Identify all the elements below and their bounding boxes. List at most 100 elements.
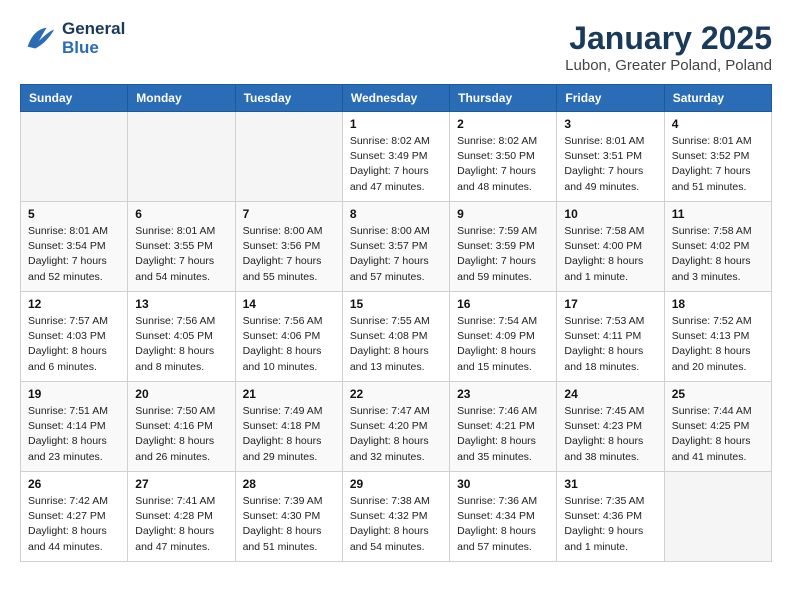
header-day-tuesday: Tuesday (235, 85, 342, 112)
logo-blue-text: Blue (62, 39, 125, 58)
calendar-cell: 10 Sunrise: 7:58 AMSunset: 4:00 PMDayligh… (557, 202, 664, 292)
day-info: Sunrise: 7:54 AMSunset: 4:09 PMDaylight:… (457, 314, 549, 375)
day-number: 27 (135, 477, 227, 491)
day-info: Sunrise: 7:56 AMSunset: 4:06 PMDaylight:… (243, 314, 335, 375)
calendar-cell: 5Sunrise: 8:01 AMSunset: 3:54 PMDaylight… (21, 202, 128, 292)
day-number: 25 (672, 387, 764, 401)
calendar-table: SundayMondayTuesdayWednesdayThursdayFrid… (20, 84, 772, 562)
calendar-cell (21, 112, 128, 202)
logo-text: General Blue (62, 20, 125, 57)
header-day-friday: Friday (557, 85, 664, 112)
day-info: Sunrise: 7:41 AMSunset: 4:28 PMDaylight:… (135, 494, 227, 555)
calendar-cell (664, 472, 771, 562)
calendar-cell: 30Sunrise: 7:36 AMSunset: 4:34 PMDayligh… (450, 472, 557, 562)
day-number: 11 (672, 207, 764, 221)
day-info: Sunrise: 8:00 AMSunset: 3:57 PMDaylight:… (350, 224, 442, 285)
day-number: 4 (672, 117, 764, 131)
calendar-cell: 14Sunrise: 7:56 AMSunset: 4:06 PMDayligh… (235, 292, 342, 382)
header-day-monday: Monday (128, 85, 235, 112)
day-info: Sunrise: 8:02 AMSunset: 3:50 PMDaylight:… (457, 134, 549, 195)
day-info: Sunrise: 7:42 AMSunset: 4:27 PMDaylight:… (28, 494, 120, 555)
calendar-cell: 18 Sunrise: 7:52 AMSunset: 4:13 PMDayligh… (664, 292, 771, 382)
calendar-week-1: 1Sunrise: 8:02 AMSunset: 3:49 PMDaylight… (21, 112, 772, 202)
calendar-cell: 23 Sunrise: 7:46 AMSunset: 4:21 PMDayligh… (450, 382, 557, 472)
day-number: 30 (457, 477, 549, 491)
day-info: Sunrise: 7:52 AMSunset: 4:13 PMDaylight:… (672, 314, 764, 375)
calendar-cell: 26 Sunrise: 7:42 AMSunset: 4:27 PMDayligh… (21, 472, 128, 562)
page-header: General Blue January 2025 Lubon, Greater… (20, 20, 772, 74)
calendar-cell: 9 Sunrise: 7:59 AMSunset: 3:59 PMDaylight… (450, 202, 557, 292)
calendar-cell: 7 Sunrise: 8:00 AMSunset: 3:56 PMDaylight… (235, 202, 342, 292)
day-number: 7 (243, 207, 335, 221)
calendar-cell: 20Sunrise: 7:50 AMSunset: 4:16 PMDayligh… (128, 382, 235, 472)
day-info: Sunrise: 7:46 AMSunset: 4:21 PMDaylight:… (457, 404, 549, 465)
calendar-cell: 6 Sunrise: 8:01 AMSunset: 3:55 PMDaylight… (128, 202, 235, 292)
calendar-cell: 8Sunrise: 8:00 AMSunset: 3:57 PMDaylight… (342, 202, 449, 292)
day-number: 15 (350, 297, 442, 311)
day-number: 22 (350, 387, 442, 401)
day-number: 20 (135, 387, 227, 401)
day-info: Sunrise: 7:53 AMSunset: 4:11 PMDaylight:… (564, 314, 656, 375)
day-number: 24 (564, 387, 656, 401)
calendar-cell: 3Sunrise: 8:01 AMSunset: 3:51 PMDaylight… (557, 112, 664, 202)
day-number: 3 (564, 117, 656, 131)
day-info: Sunrise: 7:38 AMSunset: 4:32 PMDaylight:… (350, 494, 442, 555)
day-number: 23 (457, 387, 549, 401)
day-number: 19 (28, 387, 120, 401)
calendar-cell: 12Sunrise: 7:57 AMSunset: 4:03 PMDayligh… (21, 292, 128, 382)
calendar-week-4: 19 Sunrise: 7:51 AMSunset: 4:14 PMDayligh… (21, 382, 772, 472)
day-number: 12 (28, 297, 120, 311)
calendar-week-5: 26 Sunrise: 7:42 AMSunset: 4:27 PMDayligh… (21, 472, 772, 562)
calendar-cell: 29Sunrise: 7:38 AMSunset: 4:32 PMDayligh… (342, 472, 449, 562)
calendar-cell: 21Sunrise: 7:49 AMSunset: 4:18 PMDayligh… (235, 382, 342, 472)
day-number: 26 (28, 477, 120, 491)
location-text: Lubon, Greater Poland, Poland (565, 57, 772, 74)
logo-icon (20, 20, 58, 58)
day-number: 28 (243, 477, 335, 491)
month-title: January 2025 (565, 20, 772, 57)
calendar-cell: 17 Sunrise: 7:53 AMSunset: 4:11 PMDayligh… (557, 292, 664, 382)
day-number: 18 (672, 297, 764, 311)
calendar-cell: 27 Sunrise: 7:41 AMSunset: 4:28 PMDayligh… (128, 472, 235, 562)
calendar-cell: 11 Sunrise: 7:58 AMSunset: 4:02 PMDayligh… (664, 202, 771, 292)
day-number: 16 (457, 297, 549, 311)
day-info: Sunrise: 8:01 AMSunset: 3:54 PMDaylight:… (28, 224, 120, 285)
day-info: Sunrise: 7:35 AMSunset: 4:36 PMDaylight:… (564, 494, 656, 555)
calendar-cell (235, 112, 342, 202)
day-info: Sunrise: 7:47 AMSunset: 4:20 PMDaylight:… (350, 404, 442, 465)
day-number: 6 (135, 207, 227, 221)
day-number: 10 (564, 207, 656, 221)
calendar-cell: 31Sunrise: 7:35 AMSunset: 4:36 PMDayligh… (557, 472, 664, 562)
day-info: Sunrise: 8:01 AMSunset: 3:55 PMDaylight:… (135, 224, 227, 285)
calendar-cell: 22 Sunrise: 7:47 AMSunset: 4:20 PMDayligh… (342, 382, 449, 472)
day-number: 21 (243, 387, 335, 401)
day-info: Sunrise: 7:39 AMSunset: 4:30 PMDaylight:… (243, 494, 335, 555)
calendar-cell: 28 Sunrise: 7:39 AMSunset: 4:30 PMDayligh… (235, 472, 342, 562)
day-info: Sunrise: 7:51 AMSunset: 4:14 PMDaylight:… (28, 404, 120, 465)
day-info: Sunrise: 8:01 AMSunset: 3:52 PMDaylight:… (672, 134, 764, 195)
calendar-cell: 24 Sunrise: 7:45 AMSunset: 4:23 PMDayligh… (557, 382, 664, 472)
calendar-week-3: 12Sunrise: 7:57 AMSunset: 4:03 PMDayligh… (21, 292, 772, 382)
day-info: Sunrise: 7:45 AMSunset: 4:23 PMDaylight:… (564, 404, 656, 465)
calendar-cell: 2 Sunrise: 8:02 AMSunset: 3:50 PMDaylight… (450, 112, 557, 202)
day-number: 9 (457, 207, 549, 221)
day-number: 2 (457, 117, 549, 131)
calendar-cell: 25 Sunrise: 7:44 AMSunset: 4:25 PMDayligh… (664, 382, 771, 472)
calendar-header: SundayMondayTuesdayWednesdayThursdayFrid… (21, 85, 772, 112)
calendar-week-2: 5Sunrise: 8:01 AMSunset: 3:54 PMDaylight… (21, 202, 772, 292)
header-day-wednesday: Wednesday (342, 85, 449, 112)
day-info: Sunrise: 7:58 AMSunset: 4:02 PMDaylight:… (672, 224, 764, 285)
calendar-cell: 15 Sunrise: 7:55 AMSunset: 4:08 PMDayligh… (342, 292, 449, 382)
day-info: Sunrise: 8:00 AMSunset: 3:56 PMDaylight:… (243, 224, 335, 285)
calendar-cell: 16 Sunrise: 7:54 AMSunset: 4:09 PMDayligh… (450, 292, 557, 382)
day-info: Sunrise: 7:55 AMSunset: 4:08 PMDaylight:… (350, 314, 442, 375)
day-info: Sunrise: 8:02 AMSunset: 3:49 PMDaylight:… (350, 134, 442, 195)
logo-general-text: General (62, 20, 125, 39)
day-info: Sunrise: 7:59 AMSunset: 3:59 PMDaylight:… (457, 224, 549, 285)
day-number: 17 (564, 297, 656, 311)
day-number: 13 (135, 297, 227, 311)
day-info: Sunrise: 7:58 AMSunset: 4:00 PMDaylight:… (564, 224, 656, 285)
header-day-saturday: Saturday (664, 85, 771, 112)
day-info: Sunrise: 7:44 AMSunset: 4:25 PMDaylight:… (672, 404, 764, 465)
calendar-cell (128, 112, 235, 202)
